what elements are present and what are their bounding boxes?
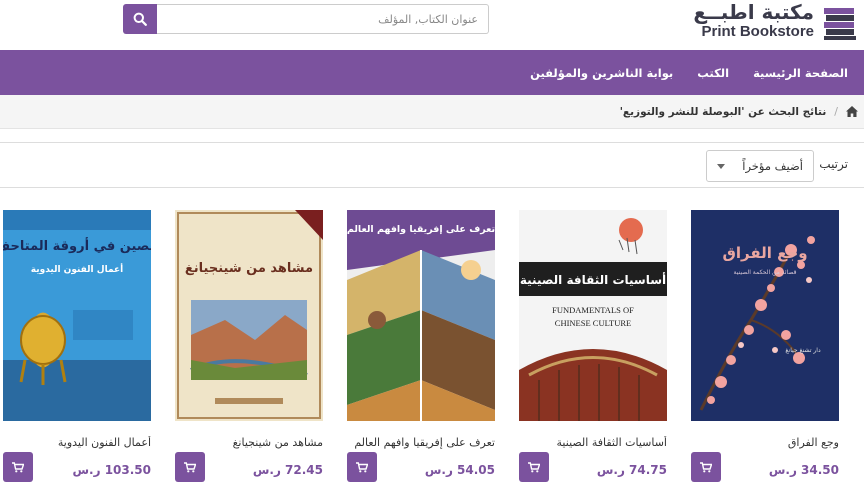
- breadcrumb: / نتائج البحث عن 'البوصلة للنشر والتوزيع…: [0, 95, 864, 129]
- add-to-cart-button[interactable]: [691, 452, 721, 482]
- product-price: 54.05 ر.س: [424, 463, 495, 477]
- add-to-cart-button[interactable]: [347, 452, 377, 482]
- product-title[interactable]: مشاهد من شينجيانغ: [175, 436, 323, 449]
- cart-icon: [356, 461, 368, 472]
- add-to-cart-button[interactable]: [519, 452, 549, 482]
- chevron-down-icon: [717, 163, 725, 169]
- sort-select[interactable]: أضيف مؤخراً: [706, 150, 814, 182]
- nav-item-home[interactable]: الصفحة الرئيسية: [753, 66, 848, 80]
- breadcrumb-current: نتائج البحث عن 'البوصلة للنشر والتوزيع': [619, 105, 827, 118]
- logo-arabic-text: مكتبة اطبــع: [693, 0, 814, 24]
- product-title[interactable]: أساسيات الثقافة الصينية: [519, 436, 667, 449]
- search-input[interactable]: [157, 4, 489, 34]
- product-cover[interactable]: الصين في أروقة المتاحف أعمال الفنون اليد…: [3, 210, 151, 421]
- product-cover[interactable]: مشاهد من شينجيانغ: [175, 210, 323, 421]
- product-price: 34.50 ر.س: [768, 463, 839, 477]
- cover-title: وجع الفراق: [722, 244, 807, 262]
- product-price: 72.45 ر.س: [252, 463, 323, 477]
- home-icon[interactable]: [846, 106, 858, 117]
- main-nav: الصفحة الرئيسية الكتب بوابة الناشرين وال…: [0, 50, 864, 95]
- cart-icon: [528, 461, 540, 472]
- search-button[interactable]: [123, 4, 157, 34]
- product-cover[interactable]: تعرف على إفريقيا وافهم العالم: [347, 210, 495, 421]
- sort-label: ترتيب: [819, 157, 848, 171]
- svg-text:FUNDAMENTALS OF: FUNDAMENTALS OF: [552, 305, 634, 315]
- nav-item-publishers-portal[interactable]: بوابة الناشرين والمؤلفين: [530, 66, 673, 80]
- product-title[interactable]: أعمال الفنون اليدوية: [3, 436, 151, 449]
- books-logo-icon: [824, 8, 856, 40]
- cover-art: تعرف على إفريقيا وافهم العالم: [347, 210, 495, 421]
- site-logo[interactable]: مكتبة اطبــع Print Bookstore: [693, 0, 858, 44]
- cover-subtitle: قصائد من الحكمة الصينية: [734, 269, 797, 276]
- cart-icon: [700, 461, 712, 472]
- product-price: 74.75 ر.س: [596, 463, 667, 477]
- product-price: 103.50 ر.س: [72, 463, 151, 477]
- search-icon: [133, 12, 147, 26]
- search-bar: [123, 4, 489, 34]
- cover-title: تعرف على إفريقيا وافهم العالم: [347, 224, 495, 235]
- add-to-cart-button[interactable]: [3, 452, 33, 482]
- product-title[interactable]: تعرف على إفريقيا وافهم العالم: [347, 436, 495, 449]
- logo-english-text: Print Bookstore: [701, 23, 814, 40]
- cover-art: الصين في أروقة المتاحف أعمال الفنون اليد…: [3, 210, 151, 421]
- cover-title: الصين في أروقة المتاحف: [3, 237, 151, 254]
- cover-art: وجع الفراق قصائد من الحكمة الصينية دار ت…: [691, 210, 839, 421]
- sort-bar: ترتيب أضيف مؤخراً: [0, 142, 864, 188]
- product-title[interactable]: وجع الفراق: [691, 436, 839, 449]
- cover-title: أساسيات الثقافة الصينية: [520, 272, 666, 287]
- sort-selected-value: أضيف مؤخراً: [742, 159, 803, 173]
- nav-item-books[interactable]: الكتب: [697, 66, 729, 80]
- product-cover[interactable]: أساسيات الثقافة الصينية FUNDAMENTALS OF …: [519, 210, 667, 421]
- site-header: مكتبة اطبــع Print Bookstore: [0, 0, 864, 50]
- cover-subtitle: أعمال الفنون اليدوية: [31, 263, 123, 275]
- add-to-cart-button[interactable]: [175, 452, 205, 482]
- cover-title: مشاهد من شينجيانغ: [185, 261, 313, 276]
- cover-author: دار تشنغ جيانغ: [785, 347, 821, 354]
- product-cover[interactable]: وجع الفراق قصائد من الحكمة الصينية دار ت…: [691, 210, 839, 421]
- breadcrumb-separator: /: [834, 105, 838, 118]
- cart-icon: [12, 461, 24, 472]
- svg-text:CHINESE CULTURE: CHINESE CULTURE: [555, 318, 631, 328]
- cart-icon: [184, 461, 196, 472]
- cover-art: مشاهد من شينجيانغ: [175, 210, 323, 421]
- cover-art: أساسيات الثقافة الصينية FUNDAMENTALS OF …: [519, 210, 667, 421]
